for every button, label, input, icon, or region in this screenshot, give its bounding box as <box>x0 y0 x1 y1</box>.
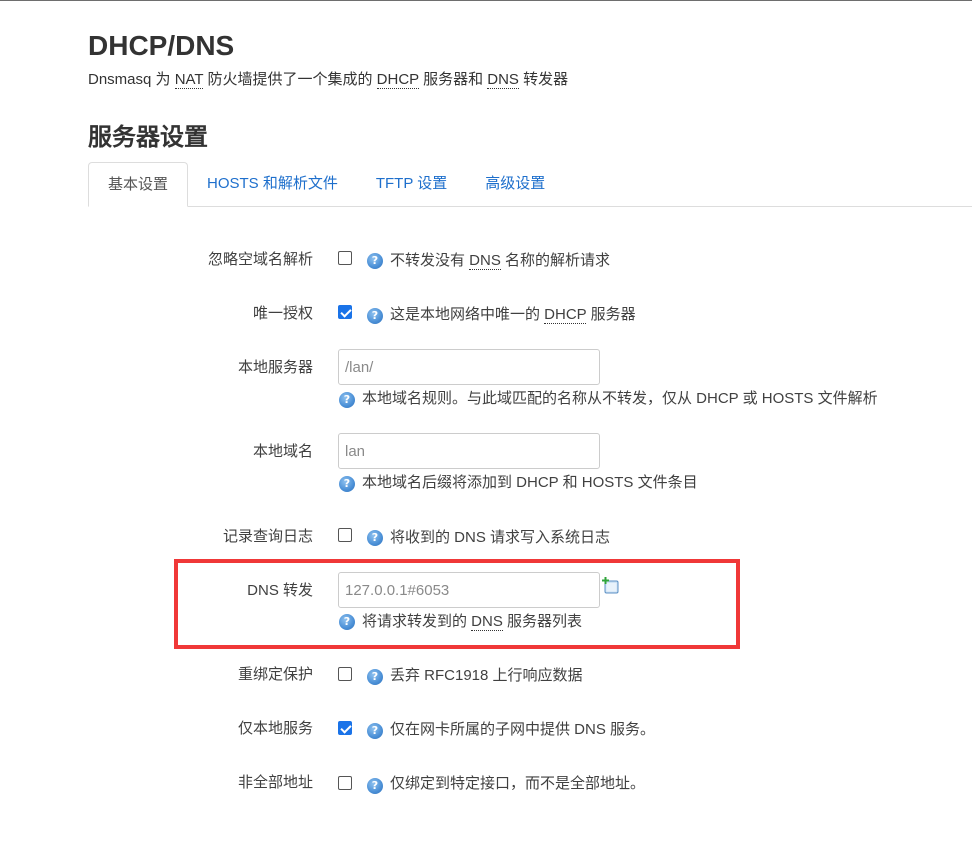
help-question-icon: ? <box>367 778 383 794</box>
field-label: 重绑定保护 <box>237 666 313 683</box>
field-help: 将收到的 DNS 请求写入系统日志 <box>390 529 611 546</box>
abbr-dhcp: DHCP <box>376 71 419 89</box>
help-question-icon: ? <box>367 308 383 324</box>
help-question-icon: ? <box>339 392 355 408</box>
highlight-box <box>174 559 740 649</box>
rebind-protection-checkbox[interactable] <box>338 667 352 681</box>
local-service-checkbox[interactable] <box>338 721 352 735</box>
local-domain-input[interactable] <box>338 433 600 469</box>
abbr-nat: NAT <box>174 71 204 89</box>
tab-bar: 基本设置 HOSTS 和解析文件 TFTP 设置 高级设置 <box>88 162 972 207</box>
field-help: 这是本地网络中唯一的 DHCP 服务器 <box>390 306 636 324</box>
abbr-dns: DNS <box>487 71 519 89</box>
field-help: 丢弃 RFC1918 上行响应数据 <box>390 667 583 684</box>
tab-basic-settings[interactable]: 基本设置 <box>88 162 189 207</box>
field-label: 本地服务器 <box>237 359 313 376</box>
ignore-empty-checkbox[interactable] <box>338 251 352 265</box>
field-help: 仅在网卡所属的子网中提供 DNS 服务。 <box>390 721 656 738</box>
field-label: 唯一授权 <box>252 305 313 322</box>
field-label: 本地域名 <box>252 443 313 460</box>
page: DHCP/DNS Dnsmasq 为 NAT 防火墙提供了一个集成的 DHCP … <box>0 0 972 861</box>
nonwildcard-checkbox[interactable] <box>338 776 352 790</box>
help-question-icon: ? <box>367 530 383 546</box>
tab-advanced-settings[interactable]: 高级设置 <box>466 162 564 206</box>
page-description: Dnsmasq 为 NAT 防火墙提供了一个集成的 DHCP 服务器和 DNS … <box>88 71 569 89</box>
help-question-icon: ? <box>367 669 383 685</box>
field-label: 记录查询日志 <box>222 528 313 545</box>
field-help: 本地域名规则。与此域匹配的名称从不转发，仅从 DHCP 或 HOSTS 文件解析 <box>362 390 878 407</box>
field-label: 非全部地址 <box>237 774 313 791</box>
log-queries-checkbox[interactable] <box>338 528 352 542</box>
section-title: 服务器设置 <box>88 124 208 151</box>
tab-hosts-resolv[interactable]: HOSTS 和解析文件 <box>188 162 357 206</box>
tab-tftp-settings[interactable]: TFTP 设置 <box>357 162 466 206</box>
field-help: 仅绑定到特定接口，而不是全部地址。 <box>390 775 646 792</box>
help-question-icon: ? <box>367 723 383 739</box>
field-label: 忽略空域名解析 <box>207 251 313 268</box>
field-help: 本地域名后缀将添加到 DHCP 和 HOSTS 文件条目 <box>362 474 698 491</box>
help-question-icon: ? <box>339 476 355 492</box>
top-border <box>0 0 972 1</box>
field-label: 仅本地服务 <box>237 720 313 737</box>
local-server-input[interactable] <box>338 349 600 385</box>
field-help: 不转发没有 DNS 名称的解析请求 <box>390 252 611 270</box>
authoritative-checkbox[interactable] <box>338 305 352 319</box>
page-title: DHCP/DNS <box>88 30 235 61</box>
help-question-icon: ? <box>367 253 383 269</box>
